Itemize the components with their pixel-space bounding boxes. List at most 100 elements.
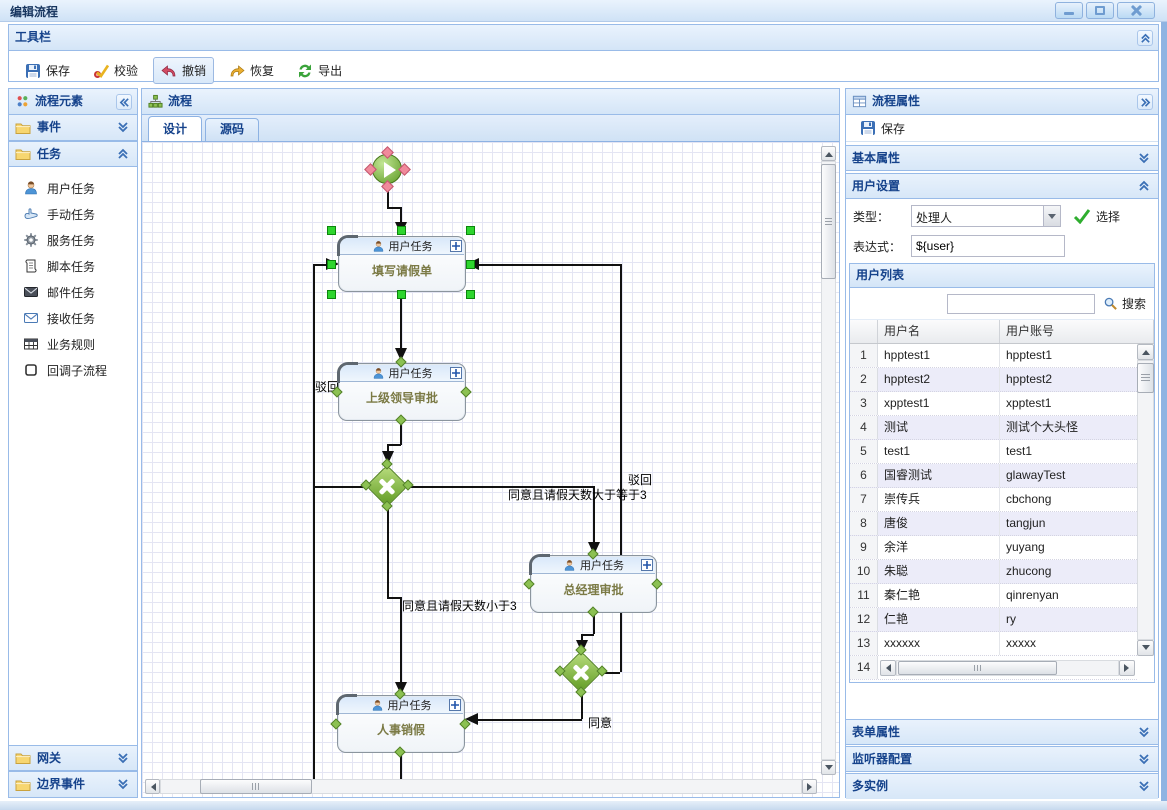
col-username[interactable]: 用户名 <box>878 320 1000 343</box>
table-row[interactable]: 9余洋yuyang <box>850 536 1137 560</box>
properties-save-button[interactable]: 保存 <box>854 117 911 140</box>
scroll-thumb[interactable] <box>821 164 836 279</box>
username-cell: xxxxxx <box>878 632 1000 655</box>
canvas-hscrollbar[interactable] <box>145 779 817 794</box>
table-row[interactable]: 12仁艳ry <box>850 608 1137 632</box>
save-button[interactable]: 保存 <box>17 57 78 84</box>
table-row[interactable]: 8唐俊tangjun <box>850 512 1137 536</box>
section-listener-config[interactable]: 监听器配置 <box>846 746 1158 772</box>
user-search-input[interactable] <box>947 294 1095 314</box>
table-row[interactable]: 13xxxxxxxxxxx <box>850 632 1137 656</box>
user-task-node-fill-leave-form[interactable]: 用户任务 填写请假单 <box>338 236 466 292</box>
scroll-thumb[interactable] <box>898 661 1057 675</box>
palette-item-service-task[interactable]: 服务任务 <box>9 227 137 253</box>
palette-item-script-task[interactable]: 脚本任务 <box>9 253 137 279</box>
expand-plus-button[interactable] <box>450 367 462 379</box>
redo-button[interactable]: 恢复 <box>221 57 282 84</box>
selection-handle[interactable] <box>327 290 336 299</box>
tab-design[interactable]: 设计 <box>148 116 202 141</box>
selection-handle[interactable] <box>397 226 406 235</box>
table-row[interactable]: 14 <box>850 656 1137 680</box>
scroll-up-button[interactable] <box>821 146 836 161</box>
flow-canvas[interactable]: 驳回 驳回 同意且请假天数大于等于3 同意且请假天数小于3 同意 用户任务 填写… <box>142 142 839 797</box>
table-row[interactable]: 10朱聪zhucong <box>850 560 1137 584</box>
combo-dropdown-button[interactable] <box>1043 206 1060 226</box>
list-vscrollbar[interactable] <box>1137 344 1154 656</box>
arrow-down-icon <box>1142 645 1150 654</box>
palette-item-mail-task[interactable]: 邮件任务 <box>9 279 137 305</box>
scroll-down-button[interactable] <box>1137 640 1154 656</box>
selection-handle[interactable] <box>327 260 336 269</box>
undo-button[interactable]: 撤销 <box>153 57 214 84</box>
section-form-properties[interactable]: 表单属性 <box>846 719 1158 745</box>
section-boundary-events[interactable]: 边界事件 <box>9 771 137 797</box>
tab-source[interactable]: 源码 <box>205 118 259 141</box>
palette-item-call-activity[interactable]: 回调子流程 <box>9 357 137 383</box>
search-button[interactable]: 搜索 <box>1103 295 1146 312</box>
row-number-cell: 11 <box>850 584 878 607</box>
selection-handle[interactable] <box>327 226 336 235</box>
properties-expand-button[interactable] <box>1137 94 1153 110</box>
section-multi-instance[interactable]: 多实例 <box>846 773 1158 799</box>
canvas-vscrollbar[interactable] <box>821 146 836 775</box>
plus-icon <box>452 369 460 377</box>
scroll-thumb[interactable] <box>200 779 312 794</box>
scroll-thumb[interactable] <box>1137 363 1154 393</box>
close-icon <box>1131 5 1142 16</box>
palette-item-user-task[interactable]: 用户任务 <box>9 175 137 201</box>
scroll-left-button[interactable] <box>880 660 896 676</box>
scroll-up-button[interactable] <box>1137 344 1154 360</box>
expand-plus-button[interactable] <box>449 699 461 711</box>
validate-button[interactable]: 校验 <box>85 57 146 84</box>
table-row[interactable]: 7崇传兵cbchong <box>850 488 1137 512</box>
expand-plus-button[interactable] <box>450 240 462 252</box>
list-hscrollbar[interactable] <box>878 656 1137 679</box>
scroll-right-button[interactable] <box>802 779 817 794</box>
user-task-node-hr-cancel-leave[interactable]: 用户任务 人事销假 <box>337 695 465 753</box>
arrow-up-icon <box>1142 346 1150 355</box>
palette-collapse-button[interactable] <box>116 94 132 110</box>
user-task-icon <box>372 240 385 253</box>
table-row[interactable]: 1hpptest1hpptest1 <box>850 344 1137 368</box>
toolbar-collapse-button[interactable] <box>1137 30 1153 46</box>
scroll-down-button[interactable] <box>821 760 836 775</box>
table-row[interactable]: 3xpptest1xpptest1 <box>850 392 1137 416</box>
maximize-button[interactable] <box>1086 2 1114 19</box>
minimize-button[interactable] <box>1055 2 1083 19</box>
export-icon <box>297 63 313 79</box>
account-cell: hpptest2 <box>1000 368 1137 391</box>
expression-input[interactable] <box>911 235 1065 257</box>
properties-header: 流程属性 <box>846 89 1158 115</box>
window-right-border <box>1161 22 1167 810</box>
selection-handle[interactable] <box>466 260 475 269</box>
col-account[interactable]: 用户账号 <box>1000 320 1154 343</box>
expand-plus-button[interactable] <box>641 559 653 571</box>
section-events[interactable]: 事件 <box>9 115 137 141</box>
export-button[interactable]: 导出 <box>289 57 350 84</box>
section-tasks[interactable]: 任务 <box>9 141 137 167</box>
user-task-node-leader-approval[interactable]: 用户任务 上级领导审批 <box>338 363 466 421</box>
palette-item-business-rule[interactable]: 业务规则 <box>9 331 137 357</box>
scroll-left-button[interactable] <box>145 779 160 794</box>
section-gateway[interactable]: 网关 <box>9 745 137 771</box>
plus-icon <box>643 561 651 569</box>
table-row[interactable]: 2hpptest2hpptest2 <box>850 368 1137 392</box>
table-row[interactable]: 11秦仁艳qinrenyan <box>850 584 1137 608</box>
plus-icon <box>451 701 459 709</box>
palette-item-manual-task[interactable]: 手动任务 <box>9 201 137 227</box>
palette-item-receive-task[interactable]: 接收任务 <box>9 305 137 331</box>
close-button[interactable] <box>1117 2 1155 19</box>
user-task-node-gm-approval[interactable]: 用户任务 总经理审批 <box>530 555 657 613</box>
section-basic-properties[interactable]: 基本属性 <box>846 145 1158 171</box>
table-row[interactable]: 6国睿测试glawayTest <box>850 464 1137 488</box>
section-user-settings[interactable]: 用户设置 <box>846 173 1158 199</box>
selection-handle[interactable] <box>397 290 406 299</box>
select-button[interactable]: 选择 <box>1073 208 1120 225</box>
selection-handle[interactable] <box>466 226 475 235</box>
table-row[interactable]: 4测试测试个大头怪 <box>850 416 1137 440</box>
account-cell: qinrenyan <box>1000 584 1137 607</box>
type-combobox[interactable]: 处理人 <box>911 205 1061 227</box>
selection-handle[interactable] <box>466 290 475 299</box>
scroll-right-button[interactable] <box>1119 660 1135 676</box>
table-row[interactable]: 5test1test1 <box>850 440 1137 464</box>
